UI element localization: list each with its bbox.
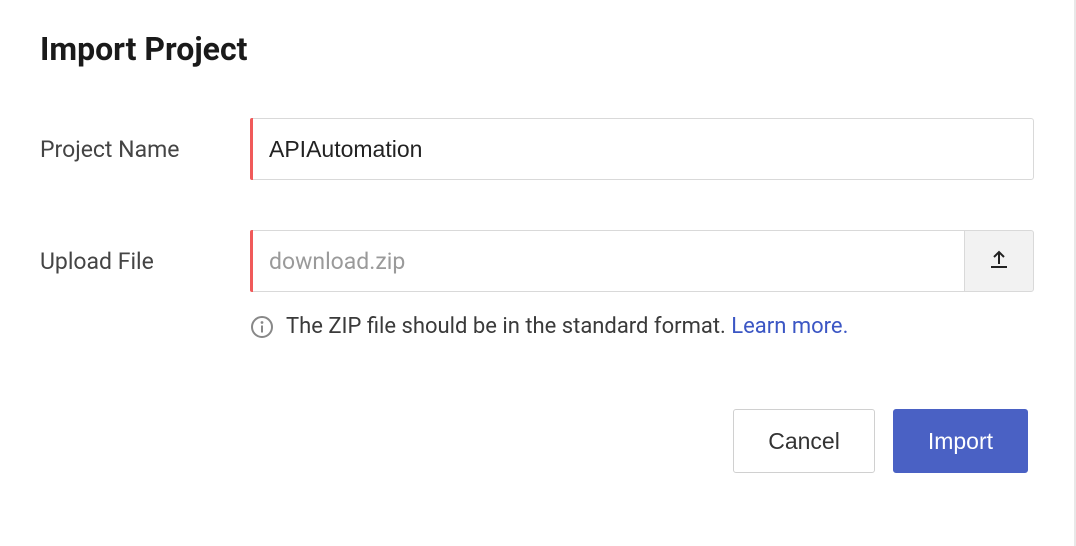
learn-more-link[interactable]: Learn more.: [731, 314, 848, 339]
upload-file-label: Upload File: [40, 248, 250, 275]
hint-text: The ZIP file should be in the standard f…: [286, 314, 731, 339]
project-name-input[interactable]: [250, 118, 1034, 180]
upload-file-name: download.zip: [269, 248, 405, 275]
import-project-dialog: Import Project Project Name Upload File …: [0, 0, 1074, 513]
cancel-button[interactable]: Cancel: [733, 409, 875, 473]
upload-file-row: Upload File download.zip: [40, 230, 1034, 292]
project-name-row: Project Name: [40, 118, 1034, 180]
dialog-title: Import Project: [40, 30, 1034, 68]
dialog-actions: Cancel Import: [40, 409, 1034, 473]
upload-icon: [987, 247, 1011, 275]
project-name-label: Project Name: [40, 136, 250, 163]
upload-button[interactable]: [964, 230, 1034, 292]
project-name-input-wrap: [250, 118, 1034, 180]
info-icon: [250, 315, 274, 339]
upload-file-display[interactable]: download.zip: [250, 230, 964, 292]
upload-file-input-wrap: download.zip: [250, 230, 1034, 292]
hint-row: The ZIP file should be in the standard f…: [250, 314, 1034, 339]
import-button[interactable]: Import: [893, 409, 1028, 473]
